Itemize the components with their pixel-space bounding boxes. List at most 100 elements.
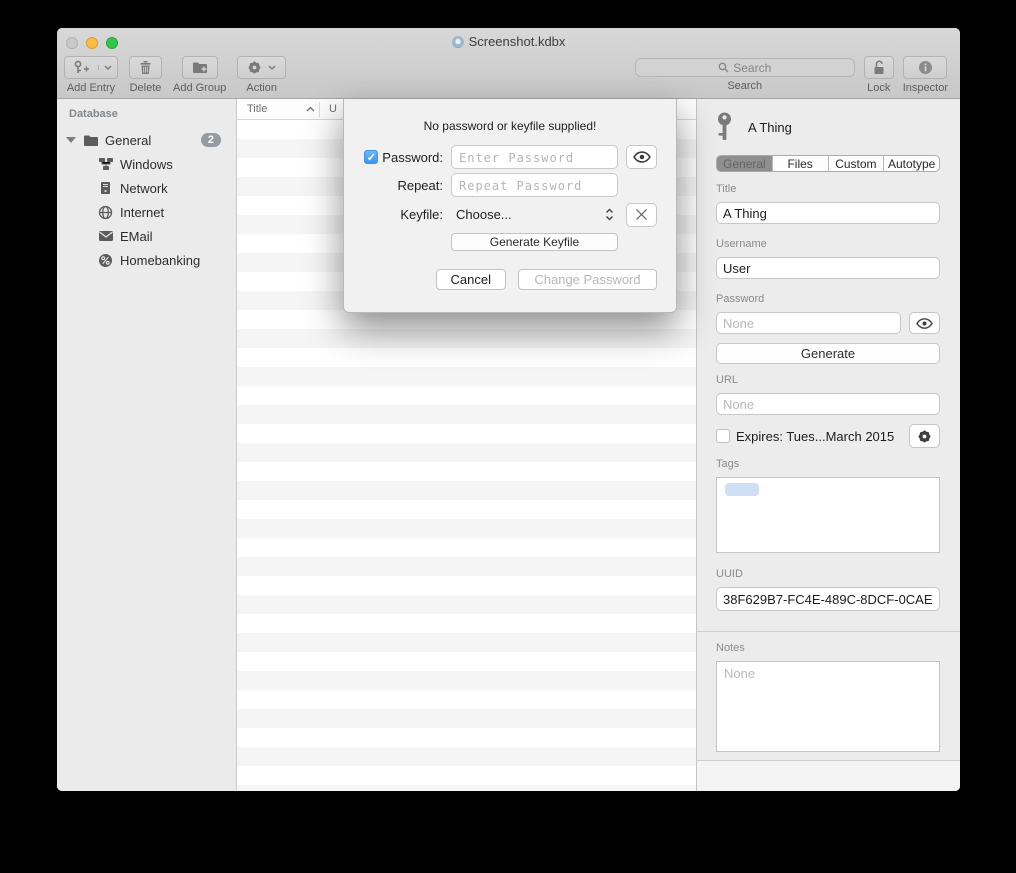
close-x-icon xyxy=(635,208,648,221)
sidebar-item-label: EMail xyxy=(120,229,153,244)
repeat-label: Repeat: xyxy=(397,178,443,193)
divider xyxy=(697,631,960,632)
toolbar-lock: Lock xyxy=(864,56,894,94)
add-group-label: Add Group xyxy=(173,82,226,94)
repeat-row: Repeat: xyxy=(344,173,676,197)
sidebar-item-email[interactable]: EMail xyxy=(57,224,236,248)
tab-custom[interactable]: Custom xyxy=(828,156,884,171)
change-password-sheet: No password or keyfile supplied! ✓ Passw… xyxy=(343,99,677,313)
delete-button[interactable] xyxy=(129,56,162,79)
key-icon xyxy=(716,112,733,142)
password-field[interactable] xyxy=(716,312,901,334)
expires-settings-button[interactable] xyxy=(909,424,940,448)
search-placeholder: Search xyxy=(733,61,771,75)
repeat-password-field[interactable] xyxy=(451,173,618,197)
lock-button[interactable] xyxy=(864,56,894,79)
sidebar-item-label: Internet xyxy=(120,205,164,220)
sidebar-item-windows[interactable]: Windows xyxy=(57,152,236,176)
sheet-buttons: Cancel Change Password xyxy=(344,269,676,290)
expires-row: Expires: Tues...March 2015 xyxy=(716,424,940,448)
add-entry-label: Add Entry xyxy=(67,82,115,94)
sidebar-item-general[interactable]: General 2 xyxy=(57,128,236,152)
toolbar-action: Action xyxy=(237,56,286,94)
add-entry-dropdown[interactable] xyxy=(98,65,117,70)
generate-password-button[interactable]: Generate xyxy=(716,343,940,364)
tags-label: Tags xyxy=(716,458,940,470)
sidebar-item-internet[interactable]: Internet xyxy=(57,200,236,224)
add-group-button[interactable] xyxy=(182,56,218,79)
url-field[interactable] xyxy=(716,393,940,415)
inspector-button[interactable] xyxy=(903,56,947,79)
app-window: Screenshot.kdbx Add Entry xyxy=(57,28,960,791)
column-header-username[interactable]: U xyxy=(329,103,337,115)
entry-header: A Thing xyxy=(716,111,940,143)
folder-plus-icon xyxy=(192,61,208,74)
keyfile-label: Keyfile: xyxy=(400,207,443,222)
search-input[interactable]: Search xyxy=(635,58,855,77)
toolbar-left: Add Entry Delete Add Group xyxy=(64,56,286,94)
sidebar: Database General 2 Windows Network xyxy=(57,99,237,791)
reveal-password-button[interactable] xyxy=(626,145,657,169)
action-label: Action xyxy=(246,82,277,94)
window-title: Screenshot.kdbx xyxy=(57,34,960,49)
uuid-label: UUID xyxy=(716,568,940,580)
column-header-title[interactable]: Title xyxy=(237,103,319,115)
globe-icon xyxy=(97,205,114,220)
change-password-button[interactable]: Change Password xyxy=(518,269,657,290)
password-checkbox[interactable]: ✓ xyxy=(364,150,378,164)
url-label: URL xyxy=(716,374,940,386)
lock-open-icon xyxy=(872,60,886,76)
trash-icon xyxy=(139,60,152,75)
uuid-field[interactable] xyxy=(716,587,940,611)
column-divider[interactable] xyxy=(319,102,320,117)
sidebar-item-network[interactable]: Network xyxy=(57,176,236,200)
sidebar-item-label: Network xyxy=(120,181,168,196)
expires-checkbox[interactable] xyxy=(716,429,730,443)
sidebar-item-label: Homebanking xyxy=(120,253,200,268)
sidebar-item-label: Windows xyxy=(120,157,173,172)
username-field[interactable] xyxy=(716,257,940,279)
toolbar-add-entry: Add Entry xyxy=(64,56,118,94)
keyfile-row: Keyfile: Choose... xyxy=(344,202,676,227)
action-button[interactable] xyxy=(237,56,286,79)
keyfile-popup[interactable]: Choose... xyxy=(451,207,618,222)
toolbar-search: Search Search xyxy=(635,56,855,92)
enter-password-field[interactable] xyxy=(451,145,618,169)
notes-field[interactable] xyxy=(716,661,940,752)
window-title-text: Screenshot.kdbx xyxy=(469,34,566,49)
tag-token[interactable] xyxy=(725,483,759,496)
toolbar-add-group: Add Group xyxy=(173,56,226,94)
generate-keyfile-button[interactable]: Generate Keyfile xyxy=(451,233,618,251)
tab-general[interactable]: General xyxy=(717,156,772,171)
password-row xyxy=(716,312,940,334)
sidebar-item-homebanking[interactable]: Homebanking xyxy=(57,248,236,272)
password-row: ✓ Password: xyxy=(344,145,676,169)
tab-files[interactable]: Files xyxy=(772,156,828,171)
title-label: Title xyxy=(716,183,940,195)
keyfile-popup-value: Choose... xyxy=(456,207,512,222)
chevron-down-icon xyxy=(268,65,276,70)
toolbar-inspector: Inspector xyxy=(903,56,948,94)
clear-keyfile-button[interactable] xyxy=(626,203,657,227)
add-entry-button[interactable] xyxy=(64,56,118,79)
expires-label: Expires: Tues...March 2015 xyxy=(736,429,894,444)
count-badge: 2 xyxy=(201,133,221,147)
sheet-message: No password or keyfile supplied! xyxy=(344,119,676,133)
folder-icon xyxy=(82,134,99,147)
reveal-password-button[interactable] xyxy=(909,312,940,334)
server-icon xyxy=(97,181,114,195)
tags-field[interactable] xyxy=(716,477,940,553)
tab-autotype[interactable]: Autotype xyxy=(883,156,939,171)
info-icon xyxy=(918,60,933,75)
toolbar-delete: Delete xyxy=(129,56,162,94)
stepper-icon xyxy=(605,208,614,221)
disclosure-triangle-icon[interactable] xyxy=(66,137,76,143)
username-label: Username xyxy=(716,238,940,250)
notes-label: Notes xyxy=(716,642,940,654)
gear-icon xyxy=(247,60,262,75)
title-field[interactable] xyxy=(716,202,940,224)
cancel-button[interactable]: Cancel xyxy=(436,269,506,290)
titlebar-toolbar: Screenshot.kdbx Add Entry xyxy=(57,28,960,99)
inspector-tabs: General Files Custom Autotype xyxy=(716,155,940,172)
document-icon xyxy=(452,36,464,48)
